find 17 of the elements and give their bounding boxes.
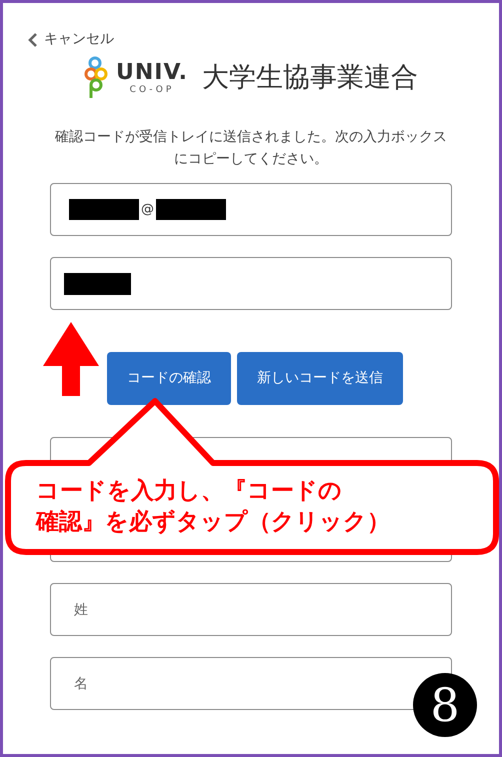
tooltip-text: 確認』を必ずタップ（クリック） bbox=[36, 508, 390, 537]
cancel-link[interactable]: キャンセル bbox=[28, 29, 452, 50]
input-field[interactable] bbox=[50, 257, 452, 310]
input-field[interactable]: @ bbox=[50, 183, 452, 236]
chevron-left-icon bbox=[28, 32, 38, 46]
at-sign: @ bbox=[141, 200, 154, 219]
tooltip-text: コードを入力し、『コードの bbox=[36, 477, 343, 506]
logo-subtitle: CO-OP bbox=[130, 86, 174, 94]
instruction-text: 確認コードが受信トレイに送信されました。次の入力ボックスにコピーしてください。 bbox=[54, 128, 448, 169]
resend-code-button[interactable]: 新しいコードを送信 bbox=[237, 352, 403, 405]
step-badge: 8 bbox=[413, 673, 477, 737]
verify-code-button[interactable]: コードの確認 bbox=[107, 352, 231, 405]
logo-icon bbox=[84, 56, 108, 100]
logo-name: 大学生協事業連合 bbox=[202, 60, 418, 95]
input-field[interactable]: 姓 bbox=[50, 583, 452, 636]
logo-wordmark: UNIV. bbox=[116, 62, 188, 84]
redaction-bar bbox=[156, 199, 226, 220]
